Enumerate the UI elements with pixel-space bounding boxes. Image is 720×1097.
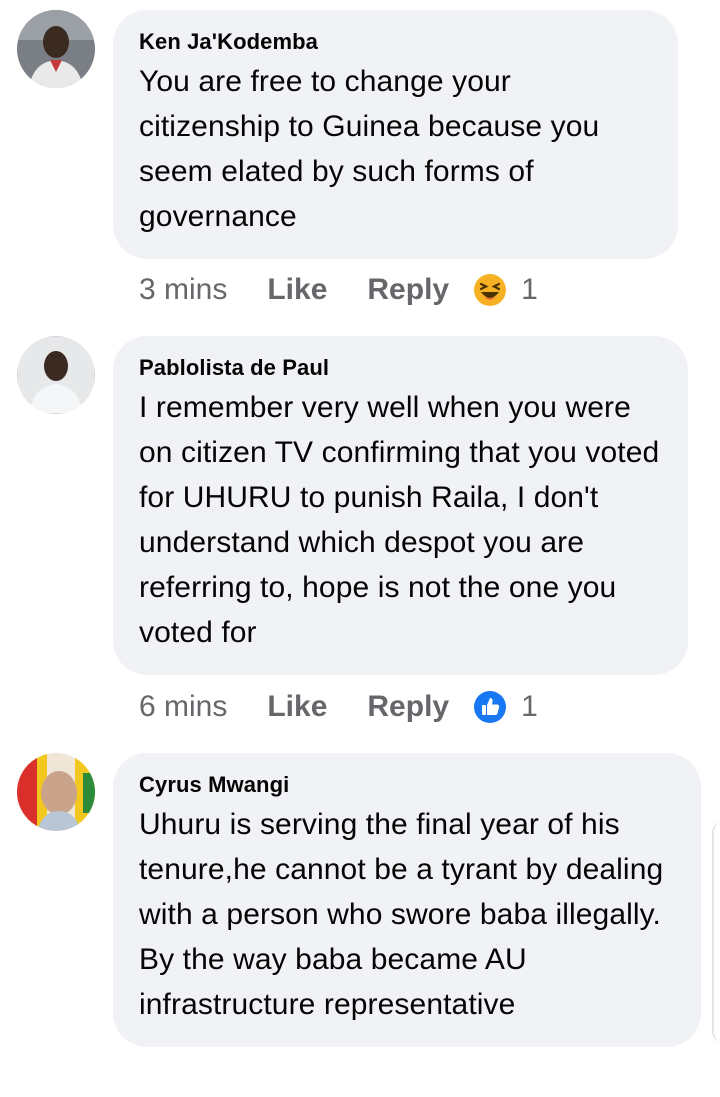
comment-bubble: Pablolista de Paul I remember very well … xyxy=(113,336,688,675)
reaction-summary[interactable]: 1 xyxy=(473,690,538,724)
avatar[interactable] xyxy=(17,753,95,831)
avatar[interactable] xyxy=(17,336,95,414)
comment-bubble: Cyrus Mwangi Uhuru is serving the final … xyxy=(113,753,701,1047)
comment-time[interactable]: 3 mins xyxy=(139,273,227,307)
comment-text: You are free to change your citizenship … xyxy=(139,65,600,233)
like-button[interactable]: Like xyxy=(267,273,327,307)
comment-actions: 6 mins Like Reply 1 xyxy=(139,687,538,727)
comment-bubble: Ken Ja'Kodemba You are free to change yo… xyxy=(113,10,678,259)
comment-author[interactable]: Cyrus Mwangi xyxy=(139,771,675,799)
like-thumb-icon xyxy=(474,691,507,723)
haha-emoji-icon xyxy=(474,274,507,306)
comment-time[interactable]: 6 mins xyxy=(139,690,227,724)
comment-text: I remember very well when you were on ci… xyxy=(139,391,660,649)
reaction-summary[interactable]: 1 xyxy=(473,273,538,307)
comment-actions: 3 mins Like Reply 1 xyxy=(139,270,538,310)
comment-author[interactable]: Pablolista de Paul xyxy=(139,354,662,382)
reaction-count: 1 xyxy=(521,273,538,306)
avatar[interactable] xyxy=(17,10,95,88)
reply-button[interactable]: Reply xyxy=(367,690,449,724)
reply-button[interactable]: Reply xyxy=(367,273,449,307)
comment-text: Uhuru is serving the final year of his t… xyxy=(139,808,664,1021)
floating-panel-edge xyxy=(712,822,720,1042)
comment-author[interactable]: Ken Ja'Kodemba xyxy=(139,28,652,56)
like-button[interactable]: Like xyxy=(267,690,327,724)
reaction-count: 1 xyxy=(521,690,538,723)
